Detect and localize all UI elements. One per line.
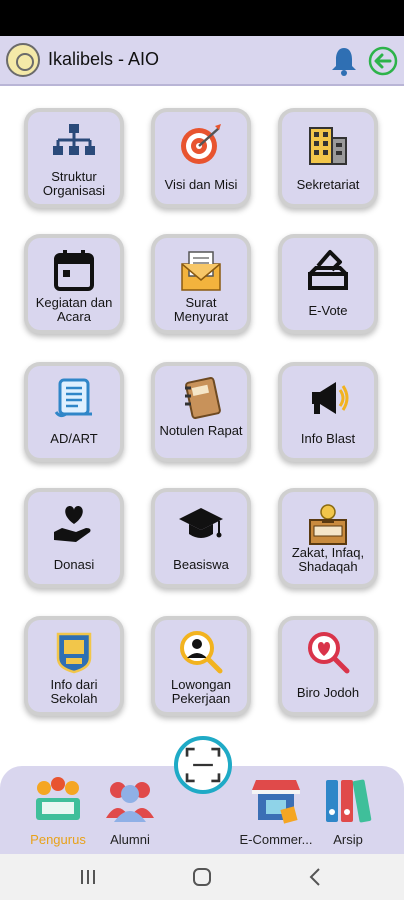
menu-tile-info-blast[interactable]: Info Blast	[282, 366, 374, 458]
nav-item-pengurus[interactable]: Pengurus	[18, 766, 98, 854]
menu-tile-label: AD/ART	[50, 431, 98, 446]
status-bar	[0, 0, 404, 36]
menu-tile-surat-menyurat[interactable]: Surat Menyurat	[155, 238, 247, 330]
menu-tile-label: Donasi	[53, 557, 95, 572]
menu-tile-label: Sekretariat	[296, 177, 360, 192]
menu-tile-label: Zakat, Infaq, Shadaqah	[291, 545, 365, 574]
menu-tile-label: Surat Menyurat	[173, 295, 229, 324]
school-emblem-logo	[6, 43, 40, 77]
menu-tile-label: Notulen Rapat	[159, 423, 243, 438]
envelope-icon	[181, 251, 221, 291]
app-title: Ikalibels - AIO	[48, 49, 160, 69]
menu-tile-ad-art[interactable]: AD/ART	[28, 366, 120, 458]
zakat-box-icon	[309, 504, 347, 545]
nav-label: Pengurus	[30, 832, 86, 847]
system-navigation-bar	[0, 854, 404, 900]
notebook-icon	[185, 377, 221, 419]
alumni-group-icon	[106, 782, 154, 822]
ballot-box-icon	[308, 250, 348, 290]
menu-tile-donasi[interactable]: Donasi	[28, 492, 120, 584]
menu-tile-notulen-rapat[interactable]: Notulen Rapat	[155, 366, 247, 458]
menu-tile-zakat[interactable]: Zakat, Infaq, Shadaqah	[282, 492, 374, 584]
menu-tile-kegiatan-dan-acara[interactable]: Kegiatan dan Acara	[28, 238, 120, 330]
nav-item-alumni[interactable]: Alumni	[90, 766, 170, 854]
menu-tile-label: Biro Jodoh	[296, 685, 360, 700]
nav-label: E-Commer...	[239, 832, 313, 847]
scan-frame-icon	[185, 747, 221, 783]
menu-tile-biro-jodoh[interactable]: Biro Jodoh	[282, 620, 374, 712]
menu-tile-lowongan-pekerjaan[interactable]: Lowongan Pekerjaan	[155, 620, 247, 712]
menu-tile-info-dari-sekolah[interactable]: Info dari Sekolah	[28, 620, 120, 712]
menu-tile-beasiswa[interactable]: Beasiswa	[155, 492, 247, 584]
menu-tile-label: Beasiswa	[173, 557, 229, 572]
binders-icon	[326, 779, 372, 823]
screen: Ikalibels - AIO Struktur Organisasi Visi…	[0, 0, 404, 900]
menu-tile-label: Info Blast	[300, 431, 356, 446]
target-icon	[181, 124, 221, 164]
scroll-document-icon	[54, 378, 92, 418]
menu-tile-label: Visi dan Misi	[164, 177, 238, 192]
heart-search-icon	[308, 632, 350, 674]
nav-label: Alumni	[110, 832, 150, 847]
nav-item-arsip[interactable]: Arsip	[308, 766, 388, 854]
menu-tile-label: Struktur Organisasi	[42, 169, 106, 198]
back-arrow-icon[interactable]	[368, 46, 398, 76]
school-badge-icon	[56, 632, 92, 674]
scan-button[interactable]	[174, 736, 232, 794]
menu-tile-label: Lowongan Pekerjaan	[171, 677, 231, 706]
recents-icon[interactable]	[76, 866, 100, 888]
menu-tile-label: E-Vote	[308, 303, 348, 318]
menu-tile-label: Info dari Sekolah	[50, 677, 98, 706]
system-back-icon[interactable]	[304, 866, 328, 888]
menu-tile-visi-dan-misi[interactable]: Visi dan Misi	[155, 112, 247, 204]
board-members-icon	[36, 777, 80, 820]
org-chart-icon	[53, 124, 95, 155]
heart-hand-icon	[54, 506, 91, 542]
job-search-icon	[180, 631, 223, 674]
menu-tile-label: Kegiatan dan Acara	[35, 295, 113, 324]
bell-icon[interactable]	[330, 46, 358, 76]
calendar-icon	[54, 250, 94, 291]
menu-tile-e-vote[interactable]: E-Vote	[282, 238, 374, 330]
menu-tile-struktur-organisasi[interactable]: Struktur Organisasi	[28, 112, 120, 204]
building-icon	[309, 127, 347, 165]
nav-label: Arsip	[333, 832, 363, 847]
shop-icon	[252, 780, 300, 824]
home-icon[interactable]	[190, 866, 214, 888]
menu-tile-sekretariat[interactable]: Sekretariat	[282, 112, 374, 204]
app-bar: Ikalibels - AIO	[0, 36, 404, 86]
nav-item-e-commerce[interactable]: E-Commer...	[236, 766, 316, 854]
megaphone-icon	[312, 382, 349, 414]
graduation-cap-icon	[179, 508, 223, 538]
